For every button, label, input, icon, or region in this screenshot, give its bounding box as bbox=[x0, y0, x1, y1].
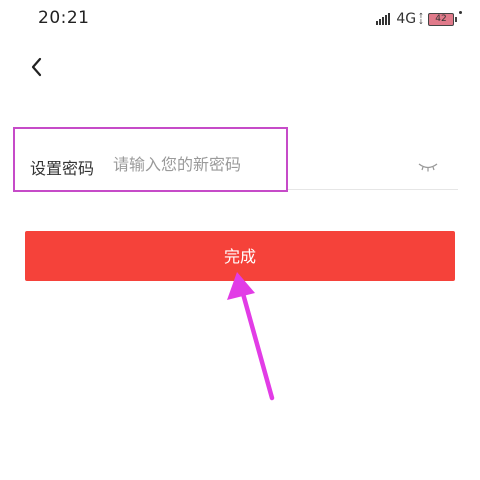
input-underline bbox=[288, 189, 458, 190]
battery-icon: 42 bbox=[428, 12, 454, 26]
battery-level: 42 bbox=[435, 13, 447, 24]
status-bar: 20:21 4G ↑ ↓ 42 bbox=[0, 0, 480, 40]
network-arrows-icon: ↑ ↓ bbox=[418, 12, 424, 26]
eye-closed-icon bbox=[418, 163, 438, 172]
chevron-left-icon bbox=[31, 57, 42, 77]
set-password-screen: 20:21 4G ↑ ↓ 42 设置密码 完成 bbox=[0, 0, 480, 480]
back-button[interactable] bbox=[28, 54, 48, 80]
password-visibility-toggle[interactable] bbox=[417, 158, 439, 172]
password-input[interactable] bbox=[113, 151, 403, 177]
password-label: 设置密码 bbox=[30, 159, 95, 178]
password-row: 设置密码 bbox=[13, 127, 458, 192]
signal-icon bbox=[376, 13, 391, 25]
notification-dot bbox=[459, 11, 462, 14]
status-icons: 4G ↑ ↓ 42 bbox=[376, 11, 462, 27]
battery-tip bbox=[455, 16, 457, 22]
annotation-arrow bbox=[227, 272, 275, 401]
network-type: 4G bbox=[396, 11, 417, 27]
status-time: 20:21 bbox=[38, 8, 90, 28]
